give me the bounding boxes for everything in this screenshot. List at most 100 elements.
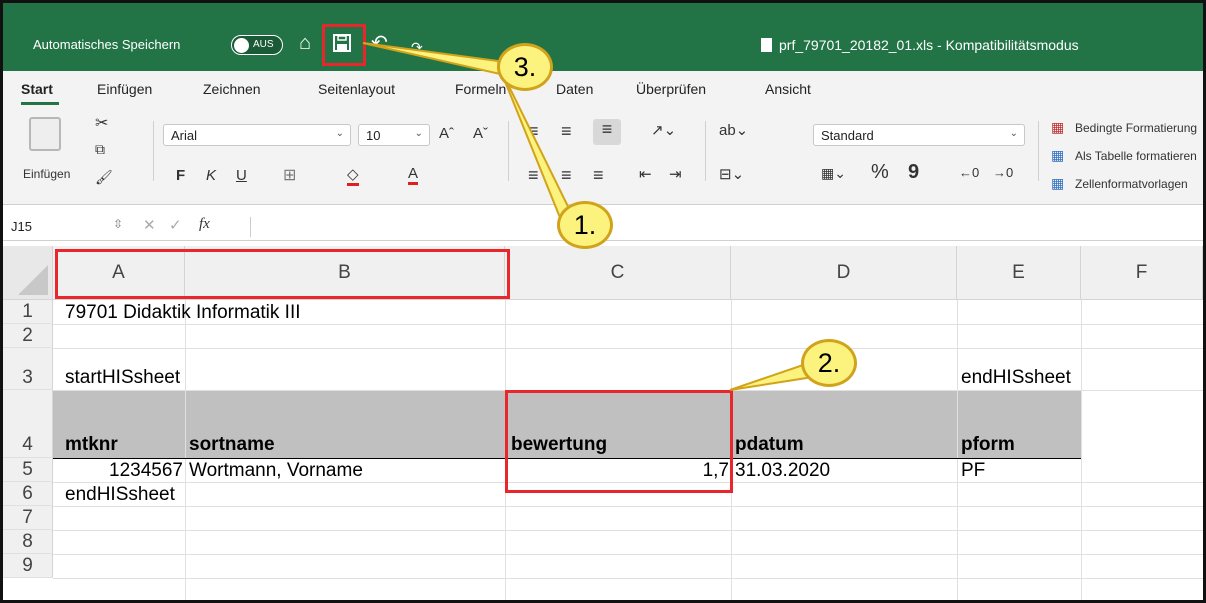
increase-font-icon[interactable]: Aˆ bbox=[439, 125, 454, 142]
copy-icon[interactable]: ⧉ bbox=[95, 141, 105, 158]
increase-indent-icon[interactable]: ⇥ bbox=[669, 165, 682, 183]
redo-icon[interactable]: ↷ bbox=[411, 37, 423, 57]
fill-color-icon[interactable]: ◇ bbox=[347, 165, 359, 186]
ribbon-separator bbox=[508, 121, 509, 181]
toggle-knob bbox=[234, 38, 249, 53]
save-highlight-box bbox=[322, 24, 366, 66]
currency-icon[interactable]: ▦⌄ bbox=[821, 165, 846, 182]
paste-label: Einfügen bbox=[23, 167, 71, 181]
cell-e3[interactable]: endHISsheet bbox=[961, 367, 1071, 389]
row-header-3[interactable]: 3 bbox=[3, 348, 53, 390]
align-center-icon[interactable]: ≡ bbox=[561, 165, 572, 186]
callout-3: 3. bbox=[497, 43, 553, 91]
merge-cells-icon[interactable]: ⊟⌄ bbox=[719, 165, 744, 183]
row-header-2[interactable]: 2 bbox=[3, 324, 53, 348]
undo-icon[interactable]: ↶ bbox=[371, 33, 388, 53]
tab-ansicht[interactable]: Ansicht bbox=[765, 81, 811, 97]
cancel-icon[interactable]: ✕ bbox=[143, 216, 156, 234]
row-header-1[interactable]: 1 bbox=[3, 300, 53, 324]
row-header-6[interactable]: 6 bbox=[3, 482, 53, 506]
formula-separator bbox=[250, 217, 251, 237]
grid-line bbox=[53, 324, 1203, 325]
row-header-7[interactable]: 7 bbox=[3, 506, 53, 530]
align-left-icon[interactable]: ≡ bbox=[528, 165, 539, 186]
callout-2: 2. bbox=[801, 339, 857, 387]
tab-seitenlayout[interactable]: Seitenlayout bbox=[318, 81, 395, 97]
row-header-4[interactable]: 4 bbox=[3, 390, 53, 458]
table-format-icon[interactable]: ▦ bbox=[1051, 147, 1064, 164]
tab-daten[interactable]: Daten bbox=[556, 81, 593, 97]
cell-b4[interactable]: sortname bbox=[189, 434, 275, 456]
cell-e5[interactable]: PF bbox=[961, 460, 985, 482]
increase-decimal-icon[interactable]: ←0 bbox=[959, 165, 979, 180]
font-size-select[interactable]: 10 ⌄ bbox=[358, 124, 430, 146]
conditional-format-button[interactable]: Bedingte Formatierung bbox=[1075, 121, 1197, 135]
insert-function-icon[interactable]: fx bbox=[199, 216, 210, 233]
autosave-toggle[interactable]: AUS bbox=[231, 35, 283, 55]
paste-icon[interactable] bbox=[29, 117, 61, 151]
tab-start[interactable]: Start bbox=[21, 81, 53, 97]
cell-styles-button[interactable]: Zellenformatvorlagen bbox=[1075, 177, 1188, 191]
cell-a5[interactable]: 1234567 bbox=[53, 460, 183, 482]
align-right-icon[interactable]: ≡ bbox=[593, 165, 604, 186]
grid-line bbox=[1081, 300, 1082, 600]
tab-ueberpruefen[interactable]: Überprüfen bbox=[636, 81, 706, 97]
tab-zeichnen[interactable]: Zeichnen bbox=[203, 81, 261, 97]
spreadsheet-grid: A B C D E F 1 2 3 4 5 6 7 8 9 79701 Dida bbox=[3, 246, 1203, 600]
row-header-8[interactable]: 8 bbox=[3, 530, 53, 554]
row-header-9[interactable]: 9 bbox=[3, 554, 53, 578]
cell-a1[interactable]: 79701 Didaktik Informatik III bbox=[65, 302, 301, 324]
cell-a6[interactable]: endHISsheet bbox=[65, 484, 175, 506]
cell-styles-icon[interactable]: ▦ bbox=[1051, 175, 1064, 192]
cell-a3[interactable]: startHISsheet bbox=[65, 367, 180, 389]
document-title: prf_79701_20182_01.xls - Kompatibilitäts… bbox=[761, 37, 1079, 53]
tab-formeln[interactable]: Formeln bbox=[455, 81, 506, 97]
decrease-decimal-icon[interactable]: →0 bbox=[993, 165, 1013, 180]
align-bottom-icon[interactable]: ≡ bbox=[593, 119, 621, 145]
tab-einfuegen[interactable]: Einfügen bbox=[97, 81, 152, 97]
cut-icon[interactable]: ✂ bbox=[95, 113, 108, 133]
comma-button[interactable]: 9 bbox=[908, 161, 919, 184]
align-middle-icon[interactable]: ≡ bbox=[561, 121, 572, 142]
chevron-down-icon: ⌄ bbox=[1009, 128, 1018, 139]
orientation-icon[interactable]: ↗⌄ bbox=[651, 121, 676, 139]
column-header-c[interactable]: C bbox=[505, 246, 731, 300]
stepper-icon[interactable]: ⇳ bbox=[113, 217, 123, 231]
grid-line bbox=[53, 578, 1203, 579]
grid-line bbox=[957, 300, 958, 600]
ribbon: Einfügen ✂ ⧉ 🖌 Arial ⌄ 10 ⌄ Aˆ Aˇ F K U ⊞ … bbox=[3, 107, 1203, 205]
bold-button[interactable]: F bbox=[176, 167, 185, 184]
underline-button[interactable]: U bbox=[236, 167, 247, 184]
active-tab-indicator bbox=[21, 102, 59, 105]
confirm-icon[interactable]: ✓ bbox=[169, 216, 182, 234]
cell-a4[interactable]: mtknr bbox=[65, 434, 118, 456]
grid-line bbox=[53, 506, 1203, 507]
percent-button[interactable]: % bbox=[871, 161, 889, 184]
number-format-select[interactable]: Standard ⌄ bbox=[813, 124, 1025, 146]
wrap-text-icon[interactable]: ab⌄ bbox=[719, 121, 748, 139]
title-bar: Automatisches Speichern AUS ⌂ ↶ ↷ prf_79… bbox=[3, 3, 1203, 71]
align-top-icon[interactable]: ≡ bbox=[528, 121, 539, 142]
cell-b5[interactable]: Wortmann, Vorname bbox=[189, 460, 363, 482]
column-header-d[interactable]: D bbox=[731, 246, 957, 300]
italic-button[interactable]: K bbox=[206, 167, 216, 184]
cell-d5[interactable]: 31.03.2020 bbox=[735, 460, 830, 482]
document-title-text: prf_79701_20182_01.xls - Kompatibilitäts… bbox=[779, 37, 1079, 53]
cell-e4[interactable]: pform bbox=[961, 434, 1015, 456]
font-name-select[interactable]: Arial ⌄ bbox=[163, 124, 351, 146]
conditional-format-icon[interactable]: ▦ bbox=[1051, 119, 1064, 136]
row-header-5[interactable]: 5 bbox=[3, 458, 53, 482]
column-header-e[interactable]: E bbox=[957, 246, 1081, 300]
borders-icon[interactable]: ⊞ bbox=[283, 165, 296, 185]
column-header-f[interactable]: F bbox=[1081, 246, 1203, 300]
name-box[interactable]: J15 bbox=[11, 219, 32, 234]
select-all-corner[interactable] bbox=[3, 246, 53, 300]
home-icon[interactable]: ⌂ bbox=[299, 33, 311, 53]
format-painter-icon[interactable]: 🖌 bbox=[95, 169, 113, 186]
cell-d4[interactable]: pdatum bbox=[735, 434, 804, 456]
font-color-icon[interactable]: A bbox=[408, 165, 419, 185]
format-as-table-button[interactable]: Als Tabelle formatieren bbox=[1075, 149, 1197, 163]
grid-line bbox=[53, 554, 1203, 555]
decrease-indent-icon[interactable]: ⇤ bbox=[639, 165, 652, 183]
decrease-font-icon[interactable]: Aˇ bbox=[473, 125, 488, 142]
